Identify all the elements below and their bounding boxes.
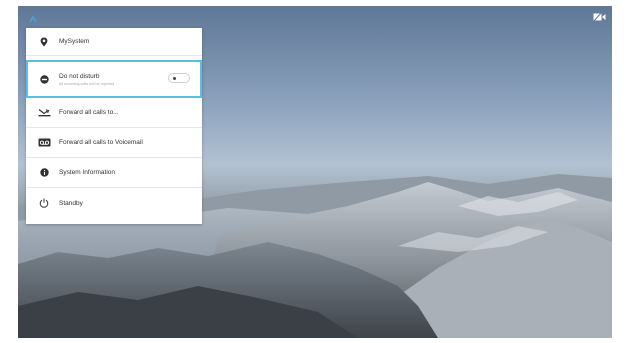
do-not-disturb-label: Do not disturb xyxy=(59,72,100,80)
power-icon xyxy=(37,197,51,209)
menu-item-label: Forward all calls to... xyxy=(59,109,119,116)
do-not-disturb-text: Do not disturb All incoming calls will b… xyxy=(59,73,114,86)
menu-item-forward-calls[interactable]: Forward all calls to... xyxy=(26,98,202,128)
do-not-disturb-toggle[interactable] xyxy=(168,73,190,83)
info-icon xyxy=(37,167,51,179)
menu-item-label: Standby xyxy=(59,199,83,207)
voicemail-icon xyxy=(37,137,51,149)
status-indicator-icon xyxy=(28,12,38,23)
system-name-label: MySystem xyxy=(59,38,90,45)
menu-item-forward-voicemail[interactable]: Forward all calls to Voicemail xyxy=(26,128,202,158)
menu-item-standby[interactable]: Standby xyxy=(26,188,202,218)
settings-menu-panel: MySystem Do not disturb All incoming cal… xyxy=(26,28,202,224)
do-not-disturb-subtitle: All incoming calls will be rejected xyxy=(59,81,115,86)
location-pin-icon xyxy=(37,36,51,48)
menu-item-label: Forward all calls to Voicemail xyxy=(59,139,143,146)
device-screen: MySystem Do not disturb All incoming cal… xyxy=(18,6,612,338)
menu-item-system-information[interactable]: System Information xyxy=(26,158,202,188)
toggle-knob xyxy=(173,77,176,80)
camera-icon[interactable] xyxy=(592,11,606,23)
do-not-disturb-icon xyxy=(37,73,51,85)
menu-item-label: System Information xyxy=(59,169,115,176)
do-not-disturb-row[interactable]: Do not disturb All incoming calls will b… xyxy=(26,60,202,98)
forward-calls-icon xyxy=(37,107,51,119)
system-name-row: MySystem xyxy=(26,28,202,56)
